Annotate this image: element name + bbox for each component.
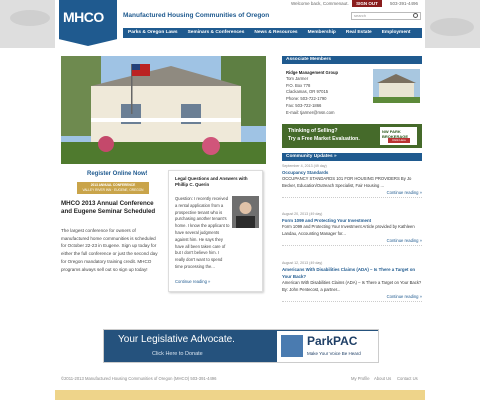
associate-email[interactable]: E-mail: tjarmer@msn.com: [286, 110, 372, 117]
badge-line-1: 2013 ANNUAL CONFERENCE: [90, 183, 136, 187]
parkpac-logo: ParkPAC Make Your Voice Be Heard: [277, 331, 378, 362]
update-body: American With Disabilities Claims (ADA) …: [282, 280, 422, 292]
search-icon[interactable]: [413, 13, 418, 18]
legal-body: Question: I recently received a rental a…: [175, 196, 230, 269]
capitol-icon: [281, 335, 303, 357]
conference-body: The largest conference for owners of man…: [61, 228, 158, 272]
legal-qa-card: Legal Questions and Answers with Phillip…: [168, 170, 263, 292]
footer-bar: [55, 390, 425, 400]
update-continue-link[interactable]: Continue reading »: [282, 237, 422, 245]
update-body: OCCUPANCY STANDARDS 101 FOR HOUSING PROV…: [282, 176, 412, 188]
update-title[interactable]: Americans With Disabilities Claims (ADA)…: [282, 266, 422, 280]
footer-link-profile[interactable]: My Profile: [351, 376, 370, 381]
nav-item-membership[interactable]: Membership: [303, 28, 341, 38]
nav-item-employment[interactable]: Employment: [377, 28, 416, 38]
nav-item-parks[interactable]: Parks & Oregon Laws: [123, 28, 183, 38]
welcome-text: Welcome back, Commenaut.: [291, 1, 349, 6]
update-title[interactable]: Form 1099 and Protecting Your Investment: [282, 217, 422, 224]
conference-title: MHCO 2013 Annual Conference and Eugene S…: [61, 200, 156, 215]
parkpac-name: ParkPAC: [307, 334, 358, 348]
update-continue-link[interactable]: Continue reading »: [282, 293, 422, 301]
associate-details: Tom Jarmer P.O. Box 778 Clackamas, OR 97…: [286, 76, 372, 116]
sign-out-button[interactable]: SIGN OUT: [352, 0, 382, 7]
donate-link[interactable]: Click Here to Donate: [152, 351, 203, 357]
associate-line: Clackamas, OR 97015: [286, 89, 329, 95]
associate-name: Ridge Management Group: [286, 70, 339, 75]
update-item: September 4, 2013 (49 day) Occupancy Sta…: [282, 163, 422, 198]
legal-continue-link[interactable]: Continue reading »: [175, 279, 210, 284]
parkpac-donate-banner[interactable]: Your Legislative Advocate. Click Here to…: [103, 329, 379, 363]
banner-headline: Your Legislative Advocate.: [118, 334, 235, 345]
badge-line-2: VALLEY RIVER INN · EUGENE, OREGON: [82, 188, 144, 192]
page-container: MHCO Manufactured Housing Communities of…: [55, 0, 425, 400]
update-body: Form 1099 and Protecting Your Investment…: [282, 224, 415, 236]
main-nav: Parks & Oregon Laws Seminars & Conferenc…: [123, 28, 422, 38]
update-title[interactable]: Occupancy Standards: [282, 169, 422, 176]
nw-park-brokerage-logo: NW PARK BROKERAGE Click Here: [380, 127, 417, 145]
legal-title: Legal Questions and Answers with Phillip…: [175, 176, 248, 187]
logo-text: MHCO: [63, 9, 104, 25]
ad-line-2: Try a Free Market Evaluation.: [288, 136, 360, 142]
associate-photo: [373, 69, 420, 103]
update-item: August 20, 2013 (49 day) Form 1099 and P…: [282, 211, 422, 246]
nav-item-real-estate[interactable]: Real Estate: [341, 28, 377, 38]
mhco-logo[interactable]: MHCO: [59, 0, 117, 46]
hero-image: [61, 56, 266, 164]
nav-item-news[interactable]: News & Resources: [249, 28, 302, 38]
footer-copyright: ©2011-2013 Manufactured Housing Communit…: [61, 376, 217, 381]
update-item: August 12, 2013 (49 day) Americans With …: [282, 260, 422, 302]
nav-item-seminars[interactable]: Seminars & Conferences: [183, 28, 250, 38]
update-continue-link[interactable]: Continue reading »: [282, 189, 422, 197]
associate-line: Tom Jarmer: [286, 76, 309, 81]
sell-evaluation-ad[interactable]: Thinking of Selling? Try a Free Market E…: [282, 124, 422, 148]
community-updates-heading[interactable]: Community Updates »: [282, 153, 422, 161]
author-photo: [232, 196, 259, 228]
associate-line: Fax: 503-722-1866: [286, 102, 322, 108]
nw-click-here-button[interactable]: Click Here: [388, 138, 410, 143]
associate-members-heading: Associate Members: [282, 56, 422, 64]
conference-badge: 2013 ANNUAL CONFERENCE VALLEY RIVER INN …: [77, 182, 149, 194]
footer-link-about[interactable]: About Us: [374, 376, 391, 381]
parkpac-tagline: Make Your Voice Be Heard: [307, 351, 361, 356]
register-online-link[interactable]: Register Online Now!: [87, 171, 148, 177]
search-input[interactable]: search: [351, 12, 421, 20]
associate-line: P.O. Box 778: [286, 82, 311, 88]
header-phone: 503-391-4496: [390, 1, 419, 6]
site-title: Manufactured Housing Communities of Oreg…: [123, 12, 270, 19]
associate-line: Phone: 503-722-1790: [286, 96, 327, 102]
footer-link-contact[interactable]: Contact Us: [397, 376, 418, 381]
ad-line-1: Thinking of Selling?: [288, 128, 338, 134]
